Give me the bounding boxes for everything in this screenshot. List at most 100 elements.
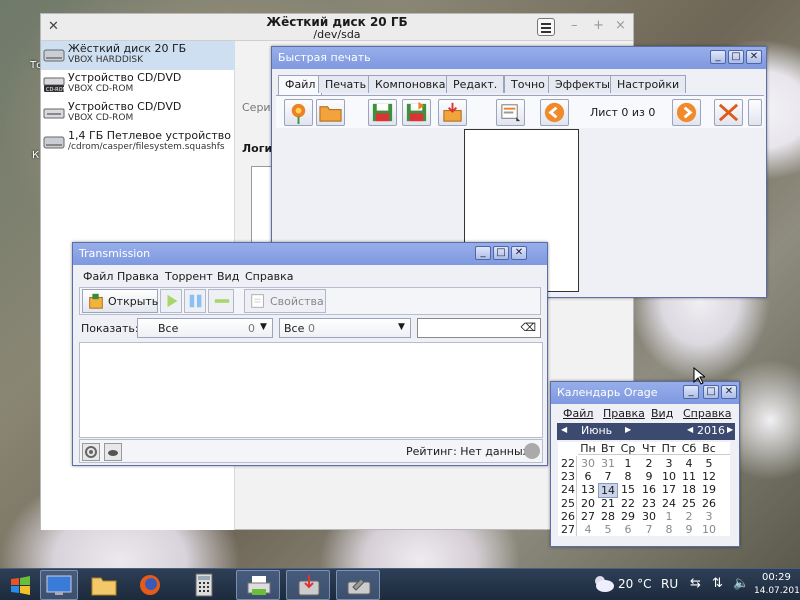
maximize-button[interactable]: □ <box>493 246 509 260</box>
desktop-icon-label[interactable]: К <box>32 150 39 161</box>
next-month-icon[interactable]: ▶ <box>625 425 631 434</box>
turtle-icon[interactable] <box>104 443 122 461</box>
category-filter-dropdown[interactable]: Все 0 ▼ <box>137 318 273 338</box>
calendar-day[interactable]: 7 <box>639 523 659 536</box>
menu-help[interactable]: Справка <box>683 407 731 420</box>
calendar-day[interactable]: 25 <box>679 497 699 510</box>
calendar-day[interactable]: 29 <box>618 510 638 523</box>
calendar-day[interactable]: 2 <box>639 457 659 470</box>
clock-date[interactable]: 14.07.2016 <box>754 586 800 596</box>
calendar-day[interactable]: 11 <box>679 470 699 483</box>
minimize-icon[interactable]: – <box>571 18 578 33</box>
gear-icon[interactable] <box>82 443 100 461</box>
menu-edit[interactable]: Правка <box>603 407 645 420</box>
device-item-cdrom-1[interactable]: CD-ROM Устройство CD/DVD VBOX CD-ROM <box>41 70 235 99</box>
calendar-day[interactable]: 19 <box>699 483 719 496</box>
delete-icon[interactable] <box>714 99 743 126</box>
quickprint-task[interactable] <box>236 570 280 600</box>
calendar-day[interactable]: 12 <box>699 470 719 483</box>
forward-icon[interactable] <box>672 99 701 126</box>
close-button[interactable]: ✕ <box>746 50 762 64</box>
calendar-day[interactable]: 27 <box>578 510 598 523</box>
calendar-day[interactable]: 4 <box>679 457 699 470</box>
calendar-day[interactable]: 6 <box>618 523 638 536</box>
bluetooth-icon[interactable]: ⇆ <box>690 576 701 591</box>
transmission-titlebar[interactable]: Transmission _ □ ✕ <box>73 243 547 265</box>
device-item-harddisk[interactable]: Жёсткий диск 20 ГБ VBOX HARDDISK <box>41 41 235 70</box>
calendar-day[interactable]: 16 <box>639 483 659 496</box>
calendar-day[interactable]: 9 <box>679 523 699 536</box>
calendar-day[interactable]: 6 <box>578 470 598 483</box>
device-item-cdrom-2[interactable]: Устройство CD/DVD VBOX CD-ROM <box>41 99 235 128</box>
prev-month-icon[interactable]: ◀ <box>561 425 567 434</box>
close-window-icon[interactable]: × <box>615 18 626 33</box>
close-button[interactable]: ✕ <box>511 246 527 260</box>
minimize-button[interactable]: _ <box>683 385 699 399</box>
calendar-day[interactable]: 5 <box>699 457 719 470</box>
calendar-day[interactable]: 30 <box>578 457 598 470</box>
prev-year-icon[interactable]: ◀ <box>687 425 693 434</box>
calendar-day[interactable]: 4 <box>578 523 598 536</box>
flower-icon[interactable] <box>284 99 313 126</box>
device-item-loop[interactable]: 1,4 ГБ Петлевое устройство /cdrom/casper… <box>41 128 235 157</box>
clear-icon[interactable]: ⌫ <box>520 321 536 334</box>
calculator-button[interactable] <box>186 570 224 600</box>
pause-button[interactable] <box>184 289 206 313</box>
menu-torrent[interactable]: Торрент <box>165 270 213 283</box>
back-icon[interactable] <box>540 99 569 126</box>
more-icon[interactable] <box>748 99 762 126</box>
orage-titlebar[interactable]: Календарь Orage _ □ ✕ <box>551 382 739 404</box>
remove-button[interactable] <box>208 289 234 313</box>
save-icon[interactable] <box>368 99 397 126</box>
calendar-day[interactable]: 8 <box>659 523 679 536</box>
calendar-day[interactable]: 20 <box>578 497 598 510</box>
calendar-day[interactable]: 3 <box>659 457 679 470</box>
network-icon[interactable]: ⇅ <box>712 576 723 591</box>
calendar-day[interactable]: 18 <box>679 483 699 496</box>
firefox-button[interactable] <box>132 570 170 600</box>
keyboard-layout-indicator[interactable]: RU <box>661 577 678 591</box>
start-button[interactable] <box>160 289 182 313</box>
calendar-day[interactable]: 9 <box>639 470 659 483</box>
start-menu-button[interactable] <box>2 570 40 600</box>
calendar-day[interactable]: 1 <box>618 457 638 470</box>
tab-layout[interactable]: Компоновка <box>368 75 453 93</box>
calendar-day[interactable]: 8 <box>618 470 638 483</box>
properties-button[interactable]: Свойства <box>244 289 326 313</box>
calendar-day[interactable]: 31 <box>598 457 618 470</box>
menu-view[interactable]: Вид <box>651 407 673 420</box>
save-as-icon[interactable] <box>402 99 431 126</box>
next-year-icon[interactable]: ▶ <box>727 425 733 434</box>
disks-task[interactable] <box>336 570 380 600</box>
torrent-list[interactable] <box>79 342 543 438</box>
calendar-day[interactable]: 21 <box>598 497 618 510</box>
calendar-day[interactable]: 24 <box>659 497 679 510</box>
calendar-day[interactable]: 26 <box>699 497 719 510</box>
menu-file[interactable]: Файл <box>83 270 113 283</box>
show-desktop-button[interactable] <box>40 570 78 600</box>
minimize-button[interactable]: _ <box>475 246 491 260</box>
maximize-button[interactable]: □ <box>728 50 744 64</box>
hamburger-menu-button[interactable] <box>537 18 555 36</box>
calendar-day[interactable]: 5 <box>598 523 618 536</box>
properties-icon[interactable] <box>496 99 525 126</box>
calendar-day[interactable]: 23 <box>639 497 659 510</box>
tab-print[interactable]: Печать <box>318 75 374 93</box>
calendar-day[interactable]: 1 <box>659 510 679 523</box>
tab-effects[interactable]: Эффекты <box>548 75 617 93</box>
tracker-filter-dropdown[interactable]: Все 0 ▼ <box>279 318 411 338</box>
calendar-day[interactable]: 17 <box>659 483 679 496</box>
minimize-button[interactable]: _ <box>710 50 726 64</box>
menu-edit[interactable]: Правка <box>117 270 159 283</box>
calendar-day[interactable]: 15 <box>618 483 638 496</box>
close-button[interactable]: ✕ <box>721 385 737 399</box>
maximize-icon[interactable]: + <box>593 18 604 33</box>
file-manager-button[interactable] <box>86 570 124 600</box>
open-folder-icon[interactable] <box>316 99 345 126</box>
volume-icon[interactable]: 🔈 <box>733 576 749 591</box>
menu-view[interactable]: Вид <box>217 270 239 283</box>
transmission-task[interactable] <box>286 570 330 600</box>
calendar-day[interactable]: 13 <box>578 483 598 496</box>
calendar-day[interactable]: 28 <box>598 510 618 523</box>
tab-precise[interactable]: Точно <box>504 75 552 93</box>
